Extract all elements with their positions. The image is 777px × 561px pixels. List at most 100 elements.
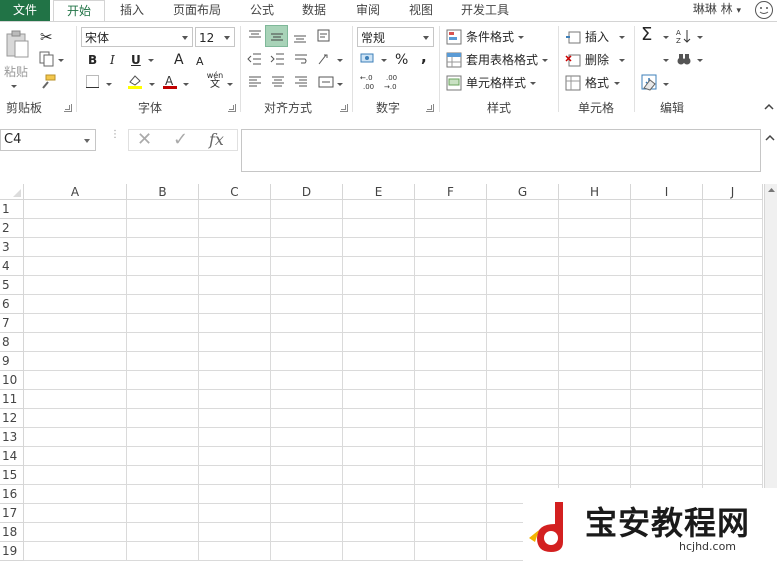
sort-filter-icon[interactable]: AZ xyxy=(676,28,692,44)
number-launcher-icon[interactable] xyxy=(426,104,434,112)
tab-review[interactable]: 审阅 xyxy=(346,0,390,21)
conditional-format-button[interactable]: 条件格式 xyxy=(466,27,514,47)
cancel-icon[interactable]: ✕ xyxy=(137,130,152,150)
column-header-h[interactable]: H xyxy=(559,184,631,200)
increase-decimal-icon[interactable]: ←.0.00 xyxy=(360,73,380,91)
column-header-e[interactable]: E xyxy=(343,184,415,200)
row-header-18[interactable]: 18 xyxy=(0,523,24,542)
column-header-i[interactable]: I xyxy=(631,184,703,200)
orientation-icon[interactable] xyxy=(316,28,332,44)
find-select-icon[interactable] xyxy=(676,52,692,68)
accounting-format-icon[interactable] xyxy=(360,51,376,67)
tab-file[interactable]: 文件 xyxy=(0,0,50,21)
fill-color-icon[interactable] xyxy=(127,73,143,89)
clear-icon[interactable] xyxy=(641,76,657,92)
percent-button[interactable]: % xyxy=(395,50,408,70)
column-header-f[interactable]: F xyxy=(415,184,487,200)
select-all-corner[interactable] xyxy=(0,184,24,200)
row-header-1[interactable]: 1 xyxy=(0,200,24,219)
row-header-3[interactable]: 3 xyxy=(0,238,24,257)
row-header-5[interactable]: 5 xyxy=(0,276,24,295)
collapse-ribbon-icon[interactable] xyxy=(763,102,775,112)
number-format-combo[interactable]: 常规 xyxy=(357,27,434,47)
format-cells-icon[interactable] xyxy=(565,75,581,91)
wrap-text-icon[interactable] xyxy=(293,51,309,67)
cut-icon[interactable]: ✂ xyxy=(40,28,56,46)
bold-button[interactable]: B xyxy=(88,50,97,70)
row-header-15[interactable]: 15 xyxy=(0,466,24,485)
column-header-b[interactable]: B xyxy=(127,184,199,200)
text-direction-icon[interactable] xyxy=(316,51,332,67)
row-header-19[interactable]: 19 xyxy=(0,542,24,561)
row-header-13[interactable]: 13 xyxy=(0,428,24,447)
tab-formulas[interactable]: 公式 xyxy=(240,0,284,21)
copy-dropdown-icon[interactable] xyxy=(58,59,64,62)
tab-insert[interactable]: 插入 xyxy=(110,0,154,21)
font-name-combo[interactable]: 宋体 xyxy=(81,27,193,47)
row-header-17[interactable]: 17 xyxy=(0,504,24,523)
font-launcher-icon[interactable] xyxy=(228,104,236,112)
tab-view[interactable]: 视图 xyxy=(399,0,443,21)
align-bottom-icon[interactable] xyxy=(292,29,308,45)
user-account[interactable]: 琳琳 林 ▾ xyxy=(693,0,741,21)
increase-indent-icon[interactable] xyxy=(270,51,286,67)
paste-dropdown-icon[interactable] xyxy=(11,85,17,88)
cell-styles-dropdown-icon[interactable] xyxy=(530,82,536,85)
tab-developer[interactable]: 开发工具 xyxy=(452,0,518,21)
phonetic-guide-button[interactable]: wén 文 xyxy=(205,71,225,93)
row-header-10[interactable]: 10 xyxy=(0,371,24,390)
scroll-up-icon[interactable] xyxy=(767,186,776,194)
insert-cells-icon[interactable] xyxy=(565,29,581,45)
accounting-dropdown-icon[interactable] xyxy=(381,59,387,62)
insert-function-icon[interactable]: fx xyxy=(209,130,224,150)
row-header-14[interactable]: 14 xyxy=(0,447,24,466)
enter-icon[interactable]: ✓ xyxy=(173,130,188,150)
column-header-j[interactable]: J xyxy=(703,184,763,200)
align-middle-button[interactable] xyxy=(265,25,288,47)
autosum-dropdown-icon[interactable] xyxy=(663,36,669,39)
tab-home[interactable]: 开始 xyxy=(53,0,105,22)
row-header-8[interactable]: 8 xyxy=(0,333,24,352)
feedback-smiley-icon[interactable] xyxy=(753,0,775,20)
phonetic-dropdown-icon[interactable] xyxy=(227,83,233,86)
font-size-combo[interactable]: 12 xyxy=(195,27,235,47)
align-right-icon[interactable] xyxy=(293,74,309,90)
fill-dropdown-icon[interactable] xyxy=(663,59,669,62)
delete-cells-button[interactable]: 删除 xyxy=(585,50,609,70)
underline-button[interactable]: U xyxy=(131,50,141,70)
format-painter-icon[interactable] xyxy=(40,74,56,90)
grow-font-button[interactable]: A xyxy=(174,50,184,70)
collapse-formula-bar-icon[interactable] xyxy=(764,133,776,143)
comma-style-button[interactable]: , xyxy=(421,47,427,67)
merge-dropdown-icon[interactable] xyxy=(337,83,343,86)
row-header-7[interactable]: 7 xyxy=(0,314,24,333)
find-dropdown-icon[interactable] xyxy=(697,59,703,62)
font-color-icon[interactable]: A xyxy=(162,73,178,89)
border-icon[interactable] xyxy=(85,74,101,90)
delete-cells-icon[interactable] xyxy=(565,52,581,68)
row-header-4[interactable]: 4 xyxy=(0,257,24,276)
row-header-16[interactable]: 16 xyxy=(0,485,24,504)
cell-styles-icon[interactable] xyxy=(446,75,462,91)
decrease-decimal-icon[interactable]: .00→.0 xyxy=(384,73,404,91)
font-color-dropdown-icon[interactable] xyxy=(183,83,189,86)
sort-dropdown-icon[interactable] xyxy=(697,36,703,39)
tab-data[interactable]: 数据 xyxy=(292,0,336,21)
border-dropdown-icon[interactable] xyxy=(106,83,112,86)
table-style-dropdown-icon[interactable] xyxy=(542,59,548,62)
autosum-button[interactable]: Σ xyxy=(641,25,652,45)
formula-input[interactable] xyxy=(241,129,761,172)
format-as-table-button[interactable]: 套用表格格式 xyxy=(466,50,538,70)
row-header-2[interactable]: 2 xyxy=(0,219,24,238)
italic-button[interactable]: I xyxy=(110,50,115,70)
align-center-icon[interactable] xyxy=(270,74,286,90)
row-header-6[interactable]: 6 xyxy=(0,295,24,314)
paste-label[interactable]: 粘贴 xyxy=(4,62,28,82)
format-dropdown-icon[interactable] xyxy=(614,82,620,85)
copy-icon[interactable] xyxy=(39,51,55,67)
clipboard-launcher-icon[interactable] xyxy=(64,104,72,112)
format-as-table-icon[interactable] xyxy=(446,52,462,68)
row-header-12[interactable]: 12 xyxy=(0,409,24,428)
column-header-c[interactable]: C xyxy=(199,184,271,200)
fill-color-dropdown-icon[interactable] xyxy=(149,83,155,86)
